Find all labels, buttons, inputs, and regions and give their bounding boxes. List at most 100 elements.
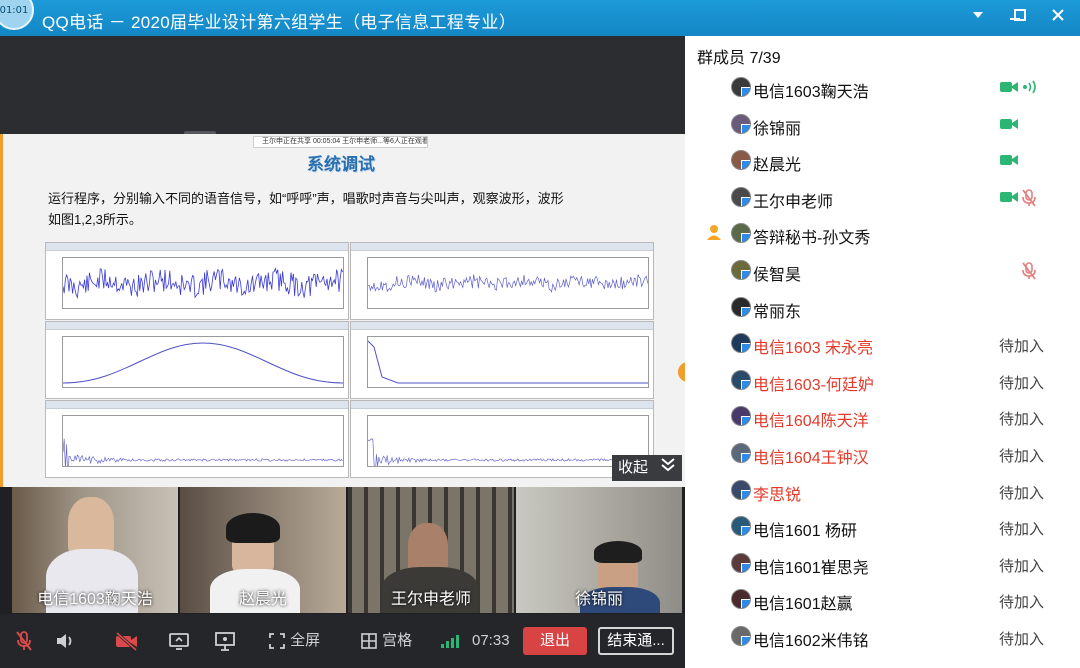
shared-screen: 王尔申正在共享 00:05:04 王尔申老师...等6人正在观看 系统调试 运行… xyxy=(0,134,685,489)
member-row[interactable]: 王尔申老师 xyxy=(685,180,1080,216)
avatar xyxy=(731,77,751,97)
avatar xyxy=(731,260,751,280)
collapse-button[interactable]: 收起 xyxy=(612,455,682,481)
avatar xyxy=(731,443,751,463)
waveform-plot xyxy=(45,400,349,478)
maximize-icon[interactable] xyxy=(1008,6,1032,30)
avatar xyxy=(731,369,751,390)
camera-off-icon[interactable] xyxy=(114,629,140,653)
member-row[interactable]: 李思锐 待加入 xyxy=(685,473,1080,509)
call-toolbar: 全屏 宫格 07:33 退出 结束通... xyxy=(0,614,685,668)
call-timer-badge: 01:01 xyxy=(0,0,34,30)
mic-off-icon xyxy=(1021,262,1037,285)
member-name: 徐锦丽 xyxy=(753,120,802,138)
member-name: 李思锐 xyxy=(753,486,802,504)
close-icon[interactable] xyxy=(1046,6,1070,30)
avatar xyxy=(731,333,751,354)
mic-off-icon[interactable] xyxy=(14,629,34,653)
member-name: 电信1604王钟汉 xyxy=(753,450,869,467)
avatar xyxy=(731,516,751,537)
member-row[interactable]: 电信1602米伟铭 待加入 xyxy=(685,619,1080,655)
member-row[interactable]: 答辩秘书-孙文秀 xyxy=(685,216,1080,252)
member-row[interactable]: 电信1603 宋永亮 待加入 xyxy=(685,326,1080,362)
member-row[interactable]: 电信1603-何廷妒 待加入 xyxy=(685,363,1080,399)
waveform-plot xyxy=(350,321,654,399)
share-banner: 王尔申正在共享 00:05:04 王尔申老师...等6人正在观看 xyxy=(253,136,428,148)
member-row[interactable]: 赵晨光 xyxy=(685,143,1080,179)
member-name: 电信1603 宋永亮 xyxy=(753,340,874,358)
member-status: 待加入 xyxy=(999,448,1045,465)
video-on-icon xyxy=(999,116,1019,137)
waveform-plot xyxy=(45,242,349,320)
video-name: 电信1603鞠天浩 xyxy=(37,591,153,608)
collapse-label: 收起 xyxy=(618,459,649,476)
fullscreen-label: 全屏 xyxy=(290,632,321,649)
slide-title: 系统调试 xyxy=(307,155,375,174)
call-elapsed-time: 07:33 xyxy=(472,632,510,649)
member-panel: 群成员 7/39 电信1603鞠天浩 徐锦丽 赵晨光 王尔申老师 答辩秘书-孙文秀 侯智昊… xyxy=(685,36,1080,668)
member-name: 王尔申老师 xyxy=(753,193,834,211)
video-name: 徐锦丽 xyxy=(574,591,623,608)
end-call-button[interactable]: 结束通... xyxy=(598,627,674,655)
avatar xyxy=(731,626,751,646)
video-tile[interactable]: 王尔申老师 xyxy=(348,487,514,613)
avatar xyxy=(731,223,751,244)
chevron-double-down-icon xyxy=(660,455,676,481)
avatar xyxy=(731,150,751,171)
member-name: 电信1601赵赢 xyxy=(753,596,853,614)
member-name: 电信1604陈天洋 xyxy=(753,413,869,431)
member-name: 电信1603-何廷妒 xyxy=(753,376,874,394)
title-bar: 01:01 QQ电话 － 2020届毕业设计第六组学生（电子信息工程专业） xyxy=(0,0,1080,36)
presenter-icon[interactable] xyxy=(214,629,236,653)
member-row[interactable]: 电信1603鞠天浩 xyxy=(685,70,1080,106)
member-row[interactable]: 电信1601赵赢 待加入 xyxy=(685,582,1080,618)
member-name: 电信1601 杨研 xyxy=(753,523,858,541)
grid-label: 宫格 xyxy=(382,632,413,649)
avatar xyxy=(731,186,751,207)
call-main-area: 王尔申正在共享 00:05:04 王尔申老师...等6人正在观看 系统调试 运行… xyxy=(0,36,688,668)
member-status: 待加入 xyxy=(999,338,1045,356)
member-row[interactable]: 电信1604王钟汉 待加入 xyxy=(685,436,1080,472)
video-tile[interactable]: 电信1603鞠天浩 xyxy=(12,487,178,613)
member-row[interactable]: 电信1604陈天洋 待加入 xyxy=(685,399,1080,435)
member-name: 常丽东 xyxy=(753,303,802,321)
mic-off-icon xyxy=(1021,188,1037,212)
member-name: 赵晨光 xyxy=(753,157,802,175)
speaker-icon[interactable] xyxy=(54,629,76,653)
exit-button[interactable]: 退出 xyxy=(523,627,587,655)
member-row[interactable]: 徐锦丽 xyxy=(685,107,1080,143)
member-row[interactable]: 常丽东 xyxy=(685,290,1080,326)
member-row[interactable]: 电信1601崔思尧 待加入 xyxy=(685,546,1080,582)
screen-share-icon[interactable] xyxy=(168,629,190,653)
video-tile[interactable]: 徐锦丽 xyxy=(516,487,682,613)
member-status: 待加入 xyxy=(999,631,1045,648)
signal-strength-icon xyxy=(440,629,464,653)
member-name: 答辩秘书-孙文秀 xyxy=(753,230,871,248)
member-status: 待加入 xyxy=(999,374,1045,392)
avatar xyxy=(731,589,751,610)
member-row[interactable]: 电信1601 杨研 待加入 xyxy=(685,509,1080,545)
member-status: 待加入 xyxy=(999,484,1045,502)
member-status: 待加入 xyxy=(999,557,1045,575)
grid-view-button[interactable]: 宫格 xyxy=(360,629,412,653)
member-status: 待加入 xyxy=(999,521,1045,539)
member-status: 待加入 xyxy=(999,594,1045,612)
speaking-icon xyxy=(1021,79,1039,100)
member-name: 电信1602米伟铭 xyxy=(753,633,869,650)
member-status: 待加入 xyxy=(999,411,1045,429)
video-tiles: 电信1603鞠天浩 赵晨光 王尔申老师 徐锦丽 xyxy=(0,487,685,614)
window-title: QQ电话 － 2020届毕业设计第六组学生（电子信息工程专业） xyxy=(42,13,517,32)
video-tile[interactable]: 赵晨光 xyxy=(180,487,346,613)
grid-icon xyxy=(360,632,378,649)
video-on-icon xyxy=(999,189,1019,210)
chevron-down-icon[interactable] xyxy=(966,6,990,30)
slide-body: 运行程序，分别输入不同的语音信号，如“呼呼”声，唱歌时声音与尖叫声，观察波形，波… xyxy=(48,191,564,227)
member-name: 电信1601崔思尧 xyxy=(753,559,869,577)
video-name: 王尔申老师 xyxy=(390,591,471,608)
waveform-plot xyxy=(350,242,654,320)
member-name: 电信1603鞠天浩 xyxy=(753,84,869,101)
member-row[interactable]: 侯智昊 xyxy=(685,253,1080,289)
waveform-plot xyxy=(350,400,654,478)
fullscreen-button[interactable]: 全屏 xyxy=(268,629,320,653)
video-on-icon xyxy=(999,152,1019,173)
